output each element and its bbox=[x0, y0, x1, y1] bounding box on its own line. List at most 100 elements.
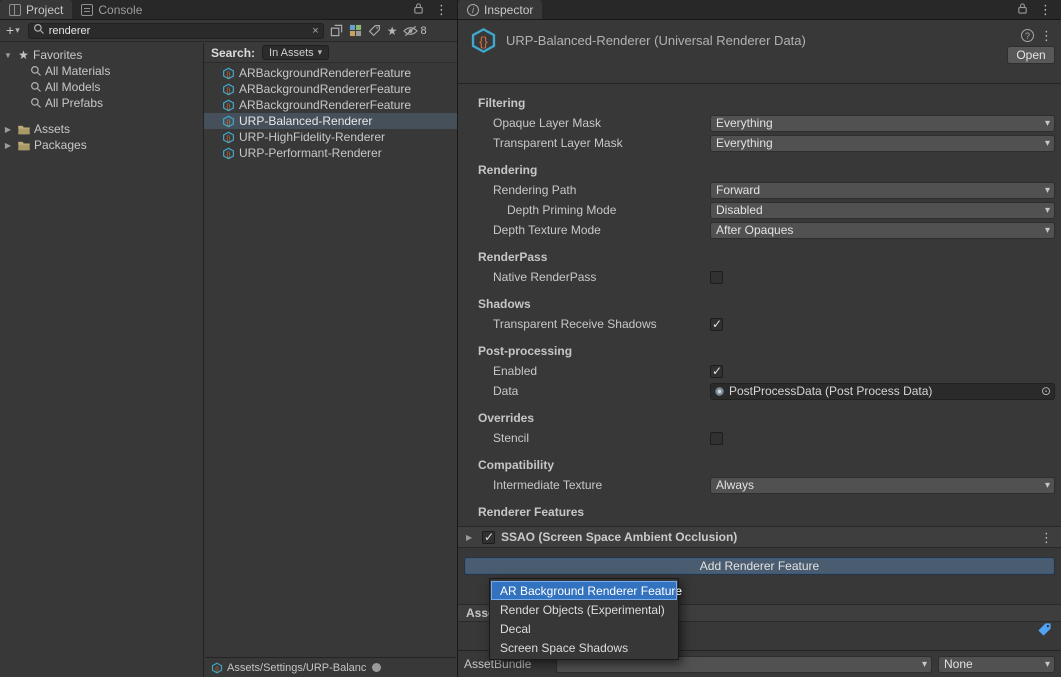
opaque-layer-mask-dropdown[interactable]: Everything bbox=[710, 115, 1055, 132]
renderer-feature-asset-icon: {} bbox=[222, 99, 235, 112]
foldout-collapsed-icon[interactable] bbox=[2, 125, 14, 134]
menu-item-label: Screen Space Shadows bbox=[500, 641, 628, 655]
tree-item-all-models[interactable]: All Models bbox=[0, 79, 203, 95]
window-menu-icon[interactable] bbox=[435, 3, 448, 16]
section-header: Filtering bbox=[458, 94, 1061, 113]
chevron-down-icon bbox=[15, 25, 20, 36]
info-icon bbox=[467, 4, 479, 16]
search-results-panel: Search: In Assets {} ARBackgroundRendere… bbox=[204, 43, 457, 677]
search-icon bbox=[30, 81, 42, 93]
hidden-count-toggle[interactable]: 8 bbox=[403, 25, 426, 37]
project-search-field[interactable]: renderer bbox=[28, 23, 324, 39]
svg-text:{}: {} bbox=[215, 666, 219, 672]
renderer-feature-ssao[interactable]: SSAO (Screen Space Ambient Occlusion) bbox=[458, 526, 1061, 548]
svg-text:{}: {} bbox=[226, 70, 230, 77]
depth-texture-mode-dropdown[interactable]: After Opaques bbox=[710, 222, 1055, 239]
tab-project[interactable]: Project bbox=[0, 0, 72, 19]
renderer-feature-asset-icon: {} bbox=[222, 83, 235, 96]
result-item-label: URP-HighFidelity-Renderer bbox=[239, 130, 385, 144]
result-item[interactable]: {} ARBackgroundRendererFeature bbox=[204, 97, 457, 113]
section-header: Overrides bbox=[458, 409, 1061, 428]
field-label: Stencil bbox=[493, 431, 710, 445]
foldout-open-icon[interactable] bbox=[2, 51, 14, 60]
section-header: Post-processing bbox=[458, 342, 1061, 361]
menu-item-label: Render Objects (Experimental) bbox=[500, 603, 665, 617]
section-overrides: Overrides Stencil bbox=[458, 409, 1061, 448]
lock-icon[interactable] bbox=[1017, 2, 1028, 17]
inspector-options-icon[interactable] bbox=[1040, 29, 1053, 42]
result-item[interactable]: {} ARBackgroundRendererFeature bbox=[204, 81, 457, 97]
project-tab-icon bbox=[9, 4, 21, 16]
project-footer: {} Assets/Settings/URP-Balanc bbox=[205, 657, 456, 677]
add-renderer-feature-button[interactable]: Add Renderer Feature bbox=[464, 557, 1055, 575]
label-tag-icon[interactable] bbox=[1037, 622, 1052, 637]
field-label: Depth Priming Mode bbox=[493, 203, 710, 217]
create-asset-button[interactable] bbox=[4, 23, 22, 38]
search-by-label-icon[interactable] bbox=[368, 24, 381, 37]
field-label: Data bbox=[493, 384, 710, 398]
help-icon[interactable] bbox=[1021, 29, 1034, 42]
depth-priming-mode-dropdown[interactable]: Disabled bbox=[710, 202, 1055, 219]
section-shadows: Shadows Transparent Receive Shadows bbox=[458, 295, 1061, 334]
dropdown-value: Forward bbox=[716, 183, 760, 197]
section-header: Shadows bbox=[458, 295, 1061, 314]
search-by-type-icon[interactable] bbox=[349, 24, 362, 37]
tree-item-assets[interactable]: Assets bbox=[0, 121, 203, 137]
tab-inspector-label: Inspector bbox=[484, 3, 533, 17]
result-item[interactable]: {} URP-Performant-Renderer bbox=[204, 145, 457, 161]
tree-item-all-prefabs[interactable]: All Prefabs bbox=[0, 95, 203, 111]
field-rendering-path: Rendering Path Forward bbox=[458, 180, 1061, 200]
tree-item-packages[interactable]: Packages bbox=[0, 137, 203, 153]
ssao-enabled-checkbox[interactable] bbox=[482, 531, 495, 544]
transparent-layer-mask-dropdown[interactable]: Everything bbox=[710, 135, 1055, 152]
project-tabbar: Project Console bbox=[0, 0, 457, 20]
ssao-title: SSAO (Screen Space Ambient Occlusion) bbox=[501, 530, 737, 544]
menu-item-decal[interactable]: Decal bbox=[491, 619, 677, 638]
field-transparent-layer-mask: Transparent Layer Mask Everything bbox=[458, 133, 1061, 153]
tree-item-favorites[interactable]: Favorites bbox=[0, 47, 203, 63]
open-search-in-new-window-icon[interactable] bbox=[330, 24, 343, 37]
folder-icon bbox=[17, 139, 31, 152]
search-scope-dropdown[interactable]: In Assets bbox=[262, 45, 329, 60]
post-process-data-object-field[interactable]: PostProcessData (Post Process Data) bbox=[710, 383, 1055, 400]
ssao-options-icon[interactable] bbox=[1040, 531, 1053, 544]
search-input[interactable]: renderer bbox=[49, 24, 309, 38]
inspector-tabbar: Inspector bbox=[458, 0, 1061, 20]
foldout-collapsed-icon[interactable] bbox=[2, 141, 14, 150]
menu-item-ar-background-renderer-feature[interactable]: AR Background Renderer Feature bbox=[491, 581, 677, 600]
intermediate-texture-dropdown[interactable]: Always bbox=[710, 477, 1055, 494]
thumbnail-size-slider[interactable] bbox=[372, 663, 381, 672]
search-scope-value: In Assets bbox=[269, 47, 314, 59]
result-item[interactable]: {} ARBackgroundRendererFeature bbox=[204, 65, 457, 81]
section-header: Compatibility bbox=[458, 456, 1061, 475]
saved-searches-icon[interactable] bbox=[387, 24, 398, 38]
search-icon bbox=[30, 65, 42, 77]
tab-inspector[interactable]: Inspector bbox=[458, 0, 542, 19]
field-transparent-receive-shadows: Transparent Receive Shadows bbox=[458, 314, 1061, 334]
lock-icon[interactable] bbox=[413, 2, 424, 17]
post-processing-enabled-checkbox[interactable] bbox=[710, 365, 723, 378]
inspector-tabbar-actions bbox=[1017, 0, 1061, 19]
inspector-header: {} URP-Balanced-Renderer (Universal Rend… bbox=[458, 20, 1061, 84]
foldout-collapsed-icon[interactable] bbox=[466, 533, 476, 542]
search-results-list: {} ARBackgroundRendererFeature {} ARBack… bbox=[204, 63, 457, 161]
native-renderpass-checkbox[interactable] bbox=[710, 271, 723, 284]
favorites-star-icon bbox=[17, 48, 30, 62]
result-item[interactable]: {} URP-HighFidelity-Renderer bbox=[204, 129, 457, 145]
rendering-path-dropdown[interactable]: Forward bbox=[710, 182, 1055, 199]
open-button[interactable]: Open bbox=[1007, 46, 1055, 64]
menu-item-screen-space-shadows[interactable]: Screen Space Shadows bbox=[491, 638, 677, 657]
renderer-data-asset-icon: {} bbox=[222, 147, 235, 160]
dropdown-value: Always bbox=[716, 478, 754, 492]
clear-search-icon[interactable] bbox=[312, 25, 318, 37]
tab-console[interactable]: Console bbox=[72, 0, 151, 19]
transparent-receive-shadows-checkbox[interactable] bbox=[710, 318, 723, 331]
stencil-checkbox[interactable] bbox=[710, 432, 723, 445]
menu-item-label: Decal bbox=[500, 622, 531, 636]
window-menu-icon[interactable] bbox=[1039, 3, 1052, 16]
menu-item-render-objects-experimental[interactable]: Render Objects (Experimental) bbox=[491, 600, 677, 619]
assetbundle-variant-dropdown[interactable]: None bbox=[938, 656, 1055, 673]
object-picker-icon[interactable] bbox=[1041, 384, 1051, 398]
tree-item-all-materials[interactable]: All Materials bbox=[0, 63, 203, 79]
result-item-selected[interactable]: {} URP-Balanced-Renderer bbox=[204, 113, 457, 129]
